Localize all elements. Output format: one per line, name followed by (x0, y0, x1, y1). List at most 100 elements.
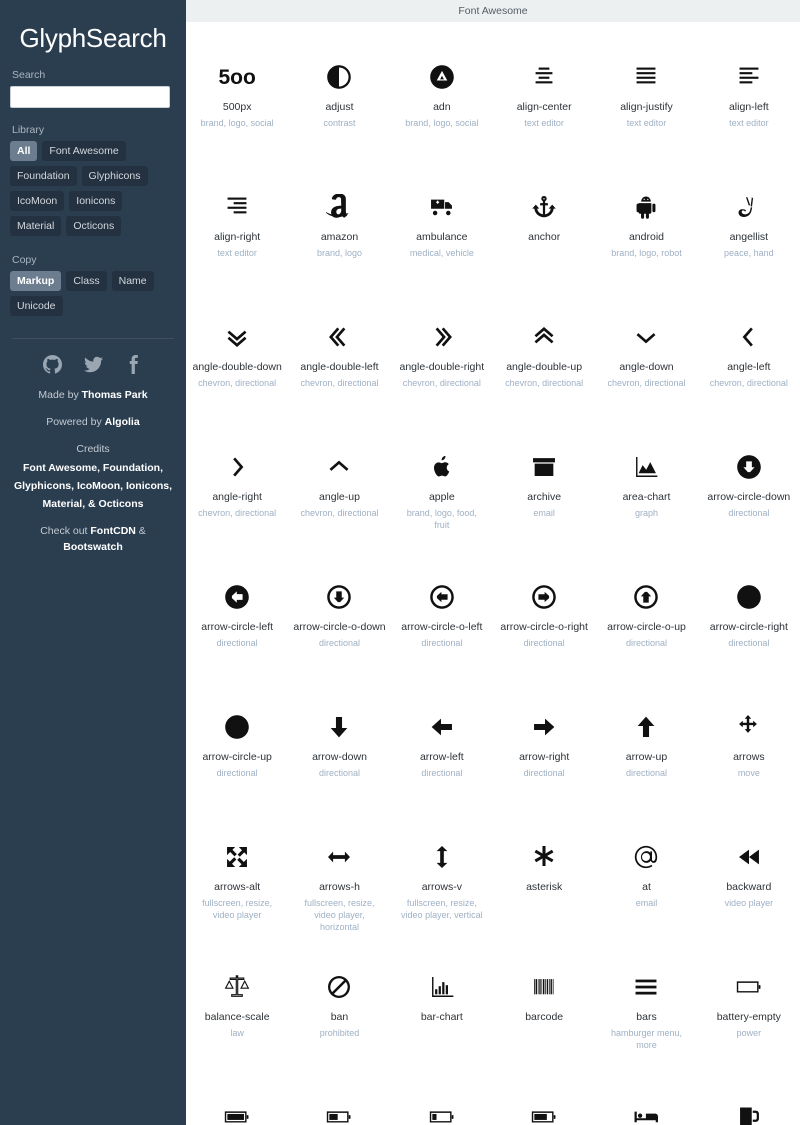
twitter-icon[interactable] (83, 355, 103, 374)
icon-cell[interactable]: bars hamburger menu, more (595, 932, 697, 1062)
icon-cell[interactable]: at email (595, 802, 697, 932)
copy-format-markup[interactable]: Markup (10, 270, 62, 291)
icon-cell[interactable]: angle-double-right chevron, directional (391, 282, 493, 412)
icon-cell[interactable]: angellist peace, hand (698, 152, 800, 282)
library-filter-octicons[interactable]: Octicons (66, 215, 122, 236)
icon-cell[interactable]: ambulance medical, vehicle (391, 152, 493, 282)
icon-cell[interactable]: anchor (493, 152, 595, 282)
library-filter-material[interactable]: Material (10, 215, 62, 236)
icon-cell[interactable]: arrow-circle-up directional (186, 672, 288, 802)
icon-cell[interactable]: barcode (493, 932, 595, 1062)
icon-cell[interactable]: battery-quarter (391, 1062, 493, 1125)
icon-cell[interactable]: angle-right chevron, directional (186, 412, 288, 542)
bootswatch-link[interactable]: Bootswatch (63, 541, 123, 553)
search-input[interactable] (10, 85, 170, 108)
powered-by-algolia-link[interactable]: Algolia (105, 416, 140, 428)
icon-cell[interactable]: bar-chart (391, 932, 493, 1062)
credits-line-3-text[interactable]: Material, & Octicons (43, 498, 144, 510)
icon-cell[interactable]: angle-double-left chevron, directional (288, 282, 390, 412)
icon-cell[interactable]: arrow-left directional (391, 672, 493, 802)
icon-cell[interactable]: align-justify text editor (595, 22, 697, 152)
icon-cell[interactable]: android brand, logo, robot (595, 152, 697, 282)
icon-cell[interactable]: 5oo 500px brand, logo, social (186, 22, 288, 152)
icon-cell[interactable]: bed (595, 1062, 697, 1125)
icon-cell[interactable]: archive email (493, 412, 595, 542)
icon-cell[interactable]: arrow-up directional (595, 672, 697, 802)
credits-line-2-text[interactable]: Glyphicons, IcoMoon, Ionicons, (14, 480, 172, 492)
icon-name: bar-chart (420, 1011, 463, 1023)
library-filter-icomoon[interactable]: IcoMoon (10, 190, 65, 211)
icon-cell[interactable]: align-left text editor (698, 22, 800, 152)
arrow-circle-o-down-icon (288, 582, 390, 612)
angle-left-icon (698, 322, 800, 352)
icon-cell[interactable]: arrows-h fullscreen, resize, video player… (288, 802, 390, 932)
icon-cell[interactable]: angle-down chevron, directional (595, 282, 697, 412)
copy-format-name[interactable]: Name (111, 270, 154, 291)
icon-cell[interactable]: battery-three-quarters (493, 1062, 595, 1125)
ambulance-icon (391, 192, 493, 222)
icon-cell[interactable]: arrows-alt fullscreen, resize, video play… (186, 802, 288, 932)
icon-cell[interactable]: amazon brand, logo (288, 152, 390, 282)
adjust-icon (288, 62, 390, 92)
app-brand-title: GlyphSearch (19, 23, 167, 53)
asterisk-icon (493, 842, 595, 872)
copy-format-class[interactable]: Class (66, 270, 107, 291)
copy-format-unicode[interactable]: Unicode (10, 295, 63, 316)
icon-tags: chevron, directional (300, 507, 379, 518)
icon-cell[interactable]: arrow-down directional (288, 672, 390, 802)
library-filter-all[interactable]: All (10, 140, 38, 161)
icon-cell[interactable]: apple brand, logo, food, fruit (391, 412, 493, 542)
github-icon[interactable] (42, 354, 62, 374)
area-chart-icon (595, 452, 697, 482)
library-filter-foundation[interactable]: Foundation (10, 165, 77, 186)
credits-line-2: Glyphicons, IcoMoon, Ionicons, (10, 479, 176, 494)
icon-cell[interactable]: arrow-circle-o-up directional (595, 542, 697, 672)
made-by-author-link[interactable]: Thomas Park (82, 389, 148, 401)
icon-cell[interactable]: battery-half (288, 1062, 390, 1125)
icon-cell[interactable]: area-chart graph (595, 412, 697, 542)
app-root: GlyphSearch Search Library All Font Awes… (0, 0, 800, 1125)
copy-label: Copy (12, 253, 37, 266)
icon-cell[interactable]: ban prohibited (288, 932, 390, 1062)
arrow-circle-down-icon (698, 452, 800, 482)
android-icon (595, 192, 697, 222)
credits-line-1-text[interactable]: Font Awesome, Foundation, (23, 462, 163, 474)
icon-name: arrows-h (319, 881, 360, 893)
library-filter-glyphicons[interactable]: Glyphicons (81, 165, 148, 186)
icon-cell[interactable]: arrows-v fullscreen, resize, video player… (391, 802, 493, 932)
icon-name: arrow-circle-right (709, 621, 788, 633)
icon-cell[interactable]: battery-empty power (698, 932, 800, 1062)
icon-cell[interactable]: align-center text editor (493, 22, 595, 152)
icon-cell[interactable]: arrow-circle-o-down directional (288, 542, 390, 672)
icon-tags: law (230, 1027, 244, 1038)
fontcdn-link[interactable]: FontCDN (90, 525, 136, 537)
icon-cell[interactable]: adn brand, logo, social (391, 22, 493, 152)
icon-cell[interactable]: arrow-circle-o-right directional (493, 542, 595, 672)
library-filter-font-awesome[interactable]: Font Awesome (42, 140, 126, 161)
library-header-title: Font Awesome (458, 5, 528, 17)
icon-cell[interactable]: adjust contrast (288, 22, 390, 152)
icon-tags: prohibited (319, 1027, 360, 1038)
icon-cell[interactable]: angle-up chevron, directional (288, 412, 390, 542)
facebook-icon[interactable] (125, 354, 144, 374)
icon-cell[interactable]: arrow-circle-o-left directional (391, 542, 493, 672)
arrows-v-icon (391, 842, 493, 872)
icon-cell[interactable]: arrows move (698, 672, 800, 802)
icon-cell[interactable]: battery-full (186, 1062, 288, 1125)
icon-cell[interactable]: angle-double-down chevron, directional (186, 282, 288, 412)
library-filter-ionicons[interactable]: Ionicons (69, 190, 123, 211)
icon-cell[interactable]: align-right text editor (186, 152, 288, 282)
icon-cell[interactable]: balance-scale law (186, 932, 288, 1062)
icon-cell[interactable]: asterisk (493, 802, 595, 932)
icon-tags: text editor (626, 117, 667, 128)
icon-cell[interactable]: arrow-circle-right directional (698, 542, 800, 672)
icon-cell[interactable]: arrow-right directional (493, 672, 595, 802)
icon-tags: directional (728, 637, 770, 648)
icon-cell[interactable]: arrow-circle-left directional (186, 542, 288, 672)
adn-icon (391, 62, 493, 92)
icon-cell[interactable]: arrow-circle-down directional (698, 412, 800, 542)
icon-cell[interactable]: beer (698, 1062, 800, 1125)
icon-cell[interactable]: backward video player (698, 802, 800, 932)
icon-cell[interactable]: angle-left chevron, directional (698, 282, 800, 412)
icon-cell[interactable]: angle-double-up chevron, directional (493, 282, 595, 412)
